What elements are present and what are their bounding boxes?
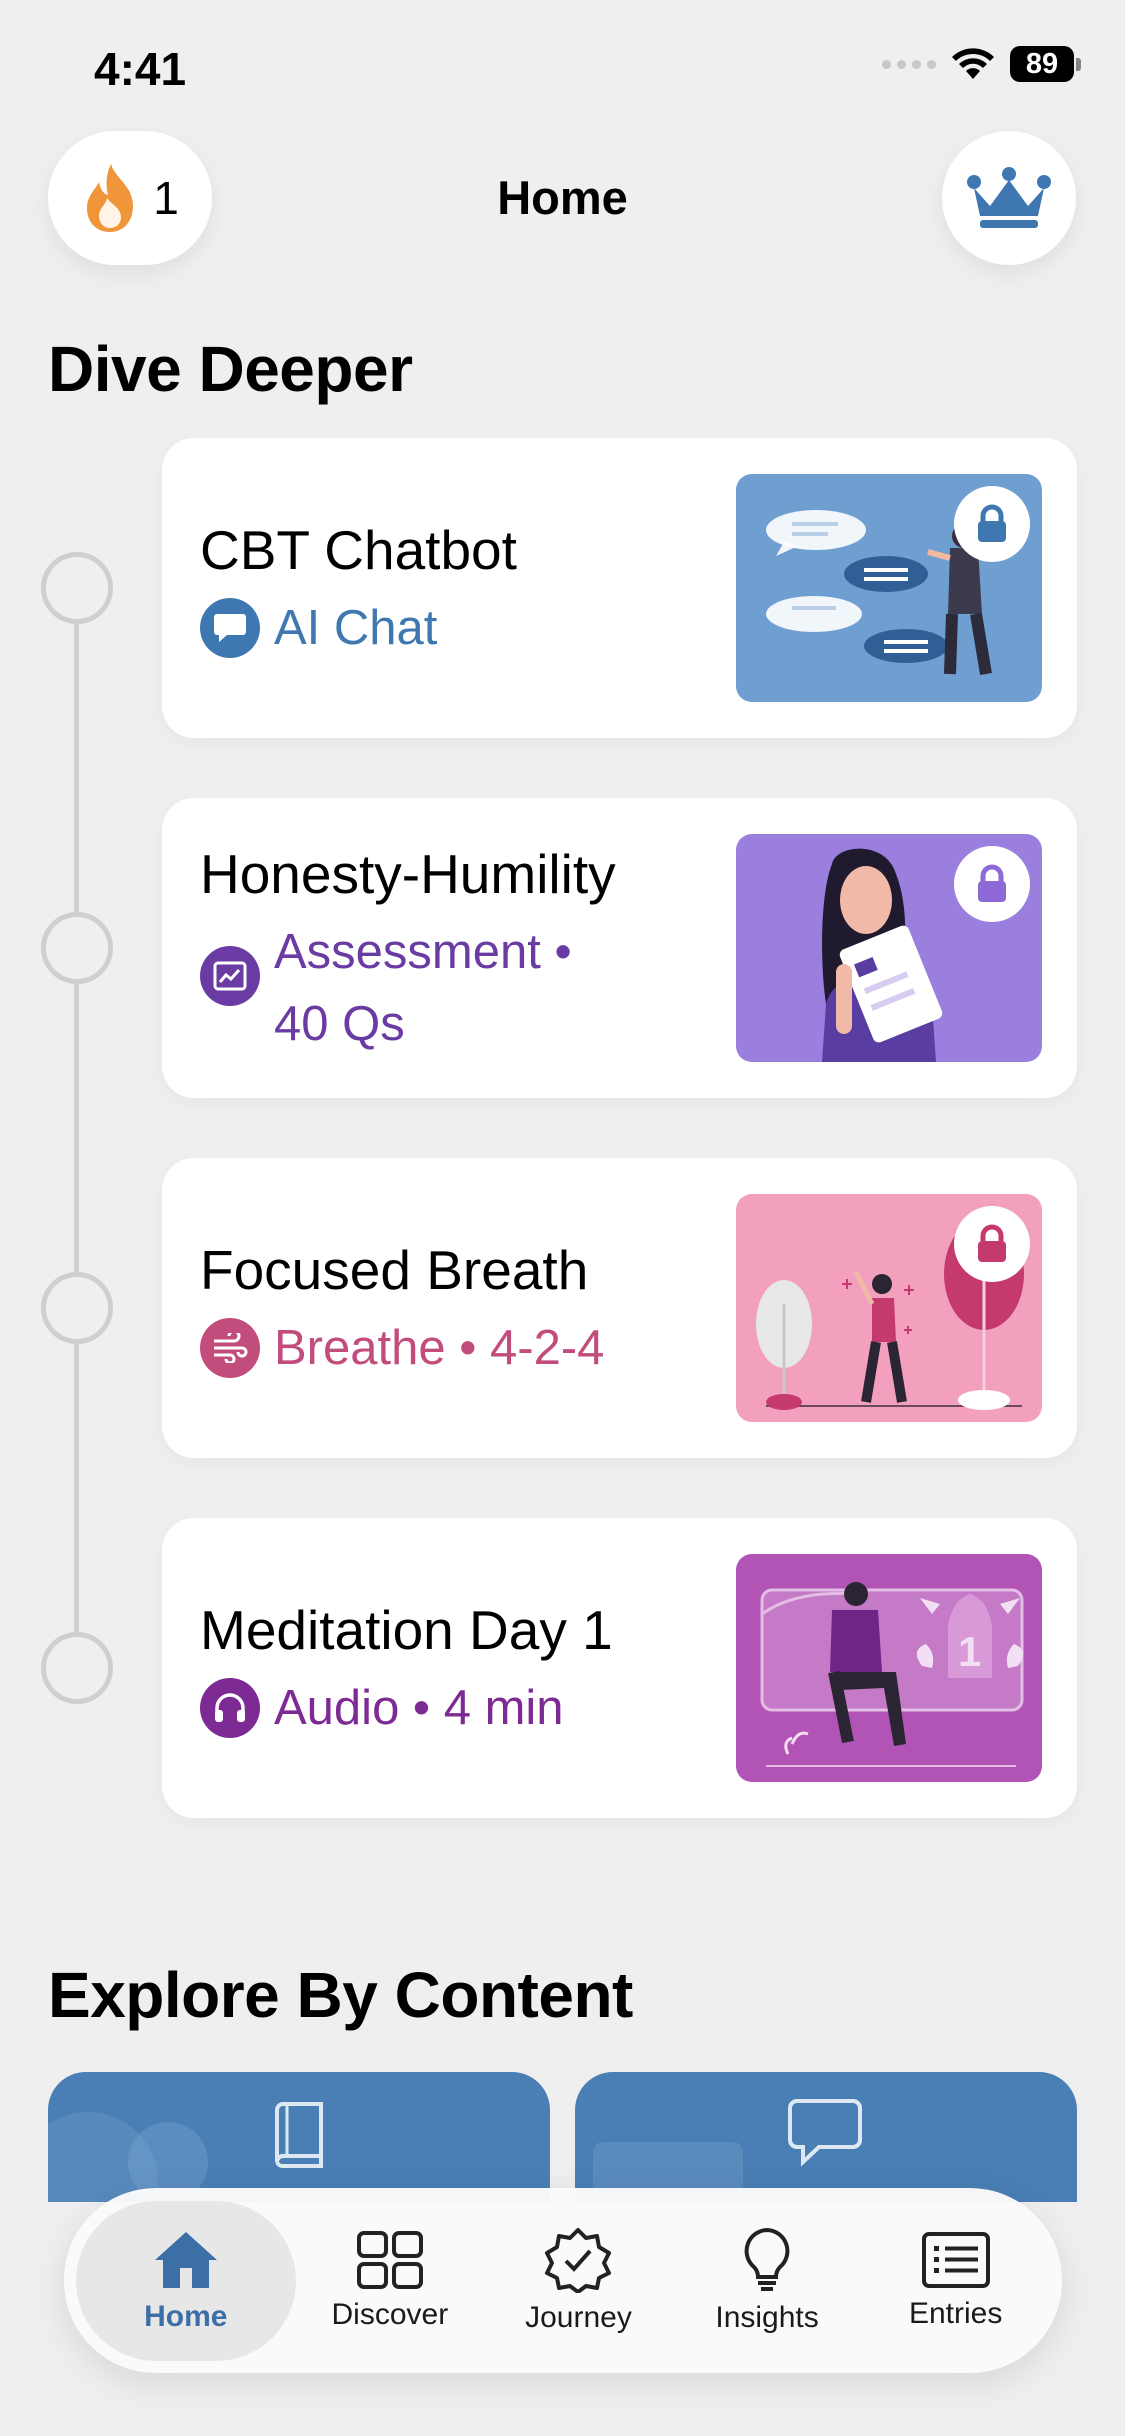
tab-label: Insights: [715, 2300, 819, 2334]
card-focused-breath[interactable]: Focused Breath Breathe • 4-2-4: [162, 1158, 1077, 1458]
wifi-icon: [952, 48, 994, 79]
card-meta-label: Audio • 4 min: [274, 1681, 564, 1735]
explore-card-chat[interactable]: [575, 2072, 1077, 2202]
status-time: 4:41: [94, 43, 187, 95]
card-title: CBT Chatbot: [200, 519, 517, 581]
card-meta: AI Chat: [200, 598, 437, 664]
lock-icon: [954, 486, 1030, 562]
card-cbt-chatbot[interactable]: CBT Chatbot AI Chat: [162, 438, 1077, 738]
list-icon: [921, 2231, 990, 2288]
card-illustration: [736, 474, 1042, 702]
grid-icon: [356, 2230, 423, 2289]
card-meta-label: Assessment • 40 Qs: [274, 916, 572, 1060]
tab-discover[interactable]: Discover: [296, 2201, 485, 2361]
card-title: Focused Breath: [200, 1239, 589, 1301]
card-meta-line: 40 Qs: [274, 997, 405, 1051]
tab-label: Home: [144, 2299, 228, 2333]
timeline-node: [41, 552, 113, 624]
card-illustration: [736, 1194, 1042, 1422]
explore-card-books[interactable]: [48, 2072, 550, 2202]
tab-label: Discover: [331, 2297, 449, 2331]
card-illustration: [736, 834, 1042, 1062]
wind-icon: [200, 1318, 260, 1378]
tab-label: Entries: [908, 2296, 1003, 2330]
tab-bar: Home Discover Journey Insights Entries: [64, 2188, 1062, 2373]
headphones-icon: [200, 1678, 260, 1738]
chart-icon: [200, 946, 260, 1006]
lightbulb-icon: [744, 2227, 790, 2291]
card-meta-line: Assessment •: [274, 925, 572, 979]
chat-bubble-icon: [200, 598, 260, 658]
card-meta-label: Breathe • 4-2-4: [274, 1321, 605, 1375]
timeline-node: [41, 912, 113, 984]
card-meta: Audio • 4 min: [200, 1678, 564, 1744]
tab-home[interactable]: Home: [76, 2200, 296, 2361]
timeline-line: [74, 620, 79, 1670]
crown-icon: [967, 167, 1051, 228]
battery-indicator: 89: [1010, 46, 1081, 82]
card-title: Honesty-Humility: [200, 843, 616, 905]
timeline-node: [41, 1632, 113, 1704]
section-title-explore: Explore By Content: [48, 1959, 633, 2031]
status-bar: 4:41 89: [0, 0, 1125, 130]
tab-insights[interactable]: Insights: [673, 2201, 862, 2361]
section-title-dive-deeper: Dive Deeper: [48, 333, 413, 405]
card-title: Meditation Day 1: [200, 1599, 613, 1661]
lock-icon: [954, 846, 1030, 922]
tab-journey[interactable]: Journey: [484, 2201, 673, 2361]
tab-entries[interactable]: Entries: [861, 2201, 1050, 2361]
message-icon: [788, 2099, 862, 2167]
tab-label: Journey: [525, 2300, 632, 2334]
status-indicators: 89: [882, 46, 1081, 82]
card-meta-label: AI Chat: [274, 601, 438, 655]
book-icon: [275, 2102, 323, 2168]
timeline-node: [41, 1272, 113, 1344]
cellular-signal-icon: [882, 59, 936, 69]
home-icon: [154, 2231, 217, 2288]
badge-check-icon: [545, 2227, 612, 2293]
battery-level: 89: [1010, 46, 1074, 82]
card-honesty-humility[interactable]: Honesty-Humility Assessment • 40 Qs: [162, 798, 1077, 1098]
svg-text:1: 1: [958, 1628, 981, 1675]
card-illustration: 1: [736, 1554, 1042, 1782]
lock-icon: [954, 1206, 1030, 1282]
card-meta: Assessment • 40 Qs: [200, 922, 572, 1060]
card-meta: Breathe • 4-2-4: [200, 1318, 604, 1384]
card-meditation-day-1[interactable]: Meditation Day 1 Audio • 4 min 1: [162, 1518, 1077, 1818]
premium-button[interactable]: [942, 131, 1076, 265]
